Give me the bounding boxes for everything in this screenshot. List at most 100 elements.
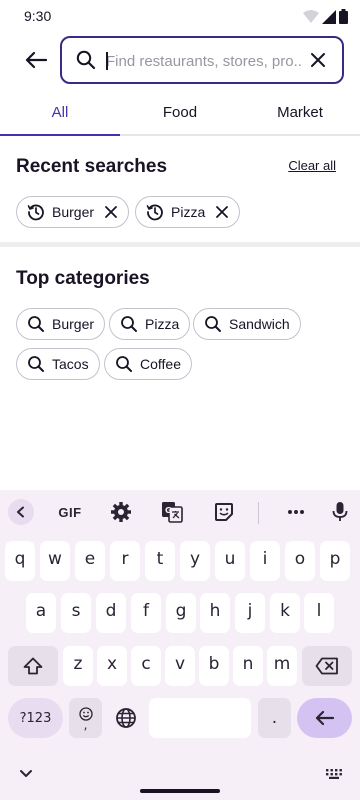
gif-button[interactable]: GIF — [52, 500, 88, 524]
key-q[interactable]: q — [5, 541, 35, 581]
key-c[interactable]: c — [131, 646, 161, 686]
clear-all-link[interactable]: Clear all — [288, 158, 336, 173]
category-chip-tacos[interactable]: Tacos — [16, 348, 100, 380]
key-g[interactable]: g — [166, 593, 196, 633]
status-time: 9:30 — [24, 8, 52, 24]
translate-button[interactable]: G — [160, 500, 184, 524]
recent-chip-pizza[interactable]: Pizza — [135, 196, 241, 228]
chip-label: Tacos — [52, 356, 89, 372]
search-input[interactable] — [106, 49, 302, 73]
svg-text:G: G — [165, 506, 172, 515]
globe-icon — [116, 708, 136, 728]
search-icon — [120, 315, 138, 333]
key-h[interactable]: h — [200, 593, 230, 633]
period-key[interactable]: . — [258, 698, 291, 738]
key-k[interactable]: k — [270, 593, 300, 633]
keyboard-nav-row — [0, 760, 360, 800]
close-icon[interactable] — [308, 50, 328, 70]
shift-icon — [23, 657, 43, 675]
section-divider — [0, 242, 360, 247]
key-u[interactable]: u — [215, 541, 245, 581]
key-n[interactable]: n — [233, 646, 263, 686]
toolbar-separator — [258, 502, 259, 524]
arrow-left-icon — [25, 51, 47, 69]
key-e[interactable]: e — [75, 541, 105, 581]
wifi-icon — [303, 9, 319, 23]
tab-all[interactable]: All — [0, 96, 120, 136]
key-z[interactable]: z — [63, 646, 93, 686]
recent-searches-title: Recent searches — [16, 156, 168, 177]
signal-icon — [322, 9, 336, 24]
comma-label: , — [83, 718, 88, 732]
top-categories-title: Top categories — [16, 268, 150, 289]
key-m[interactable]: m — [267, 646, 297, 686]
shift-key[interactable] — [8, 646, 58, 686]
category-chip-burger[interactable]: Burger — [16, 308, 106, 340]
key-r[interactable]: r — [110, 541, 140, 581]
remove-icon[interactable] — [104, 205, 118, 219]
more-options-button[interactable] — [284, 500, 308, 524]
more-horizontal-icon — [288, 510, 304, 514]
language-key[interactable] — [109, 698, 143, 738]
key-s[interactable]: s — [61, 593, 91, 633]
settings-button[interactable] — [108, 500, 134, 524]
status-bar: 9:30 — [0, 0, 360, 32]
key-y[interactable]: y — [180, 541, 210, 581]
voice-input-button[interactable] — [330, 500, 350, 524]
key-l[interactable]: l — [304, 593, 334, 633]
key-j[interactable]: j — [235, 593, 265, 633]
search-box[interactable] — [60, 36, 344, 84]
key-d[interactable]: d — [96, 593, 126, 633]
search-icon — [204, 315, 222, 333]
tab-market[interactable]: Market — [240, 96, 360, 134]
tab-food[interactable]: Food — [120, 96, 240, 134]
key-w[interactable]: w — [40, 541, 70, 581]
backspace-icon — [315, 657, 338, 675]
key-o[interactable]: o — [285, 541, 315, 581]
chip-label: Pizza — [171, 204, 206, 220]
backspace-key[interactable] — [302, 646, 352, 686]
key-p[interactable]: p — [320, 541, 350, 581]
category-chip-sandwich[interactable]: Sandwich — [193, 308, 301, 340]
keyboard-switch-icon[interactable] — [326, 769, 342, 779]
translate-icon: G — [162, 502, 183, 523]
key-x[interactable]: x — [97, 646, 127, 686]
key-t[interactable]: t — [145, 541, 175, 581]
tab-bar: All Food Market — [0, 96, 360, 136]
sticker-button[interactable] — [212, 500, 236, 524]
key-b[interactable]: b — [199, 646, 229, 686]
emoji-key[interactable]: , — [69, 698, 102, 738]
status-icons — [303, 9, 348, 24]
gear-icon — [111, 502, 131, 522]
history-icon — [146, 203, 164, 221]
symbols-key[interactable]: ?123 — [8, 698, 63, 738]
collapse-toolbar-button[interactable] — [8, 499, 34, 525]
chip-label: Burger — [52, 316, 95, 332]
battery-icon — [339, 9, 348, 24]
on-screen-keyboard: GIF G q w e r t y u i o p a s d f g h j … — [0, 490, 360, 800]
back-button[interactable] — [20, 44, 52, 76]
text-caret — [106, 52, 108, 70]
chip-label: Coffee — [140, 356, 181, 372]
search-icon — [115, 355, 133, 373]
search-icon — [27, 355, 45, 373]
sticker-icon — [215, 503, 233, 521]
space-key[interactable] — [149, 698, 251, 738]
chip-label: Pizza — [145, 316, 180, 332]
search-icon — [27, 315, 45, 333]
home-indicator[interactable] — [140, 789, 220, 793]
key-f[interactable]: f — [131, 593, 161, 633]
category-chip-pizza[interactable]: Pizza — [109, 308, 191, 340]
key-a[interactable]: a — [26, 593, 56, 633]
key-v[interactable]: v — [165, 646, 195, 686]
chevron-down-icon[interactable] — [19, 769, 33, 779]
recent-chip-burger[interactable]: Burger — [16, 196, 130, 228]
key-i[interactable]: i — [250, 541, 280, 581]
history-icon — [27, 203, 45, 221]
enter-key[interactable] — [297, 698, 352, 738]
chip-label: Burger — [52, 204, 95, 220]
category-chip-coffee[interactable]: Coffee — [104, 348, 192, 380]
keyboard-toolbar: GIF G — [0, 490, 360, 534]
remove-icon[interactable] — [215, 205, 229, 219]
chevron-left-icon — [17, 506, 24, 518]
